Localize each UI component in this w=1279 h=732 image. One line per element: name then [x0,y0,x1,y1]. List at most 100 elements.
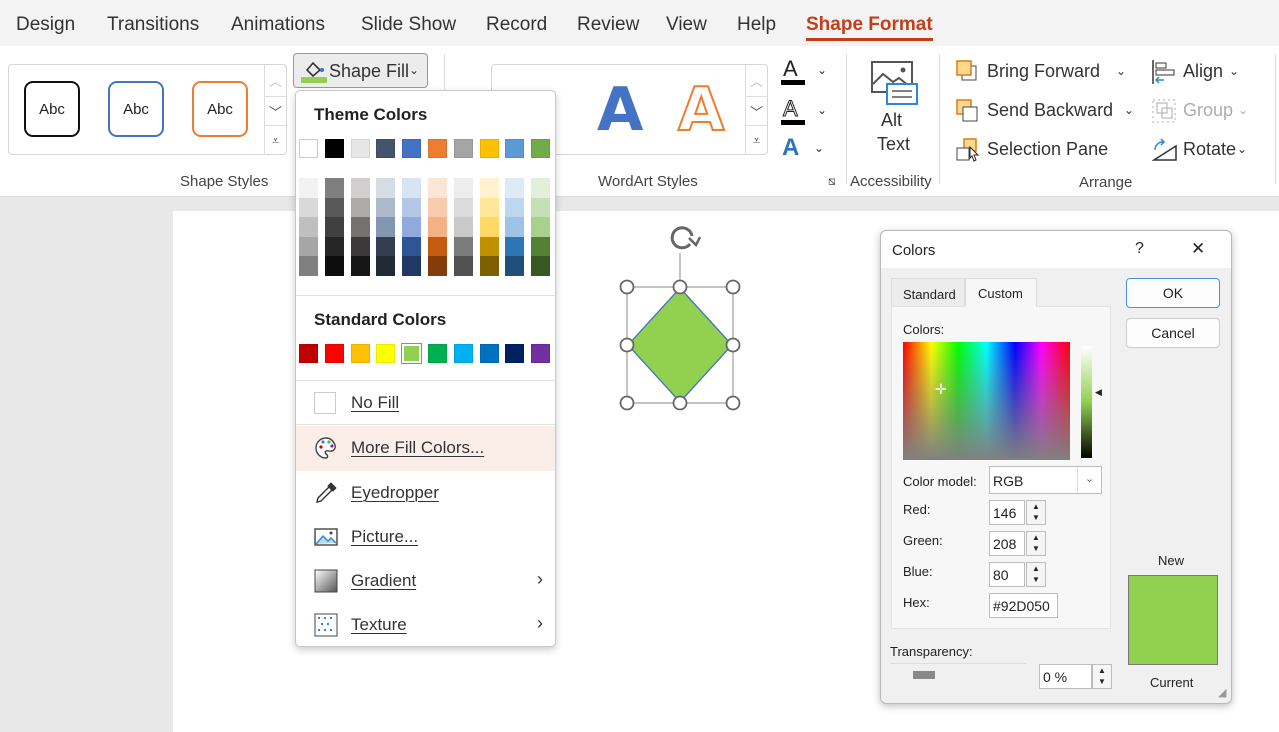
shape-style-orange[interactable]: Abc [192,81,248,137]
red-spinner[interactable]: ▲ ▼ [1026,500,1046,525]
transparency-input[interactable]: 0 % [1039,664,1092,689]
theme-color-swatch[interactable] [324,139,344,158]
menu-item-picture[interactable]: Picture... [296,515,555,559]
theme-shade-swatch[interactable] [402,256,422,276]
wordart-orange-outline[interactable]: A [677,74,725,146]
theme-shade-swatch[interactable] [324,197,344,218]
theme-shade-swatch[interactable] [324,256,344,276]
theme-shade-swatch[interactable] [453,236,473,257]
standard-color-swatch[interactable] [428,344,447,363]
selection-pane-button[interactable]: Selection Pane [956,136,1108,164]
theme-shade-swatch[interactable] [531,236,551,257]
theme-shade-swatch[interactable] [376,236,396,257]
theme-shade-swatch[interactable] [531,217,551,237]
transparency-track[interactable] [890,663,1026,664]
tab-slide-show[interactable]: Slide Show [361,14,456,36]
theme-shade-swatch[interactable] [402,197,422,218]
theme-shade-swatch[interactable] [531,178,551,198]
resize-grip-icon[interactable]: ◢ [1218,686,1226,699]
theme-color-swatch[interactable] [505,139,525,158]
shape-fill-button[interactable]: Shape Fill ⌄ [293,53,428,88]
theme-shade-swatch[interactable] [453,217,473,237]
tab-animations[interactable]: Animations [231,14,325,36]
cancel-button[interactable]: Cancel [1126,318,1220,348]
rotation-handle-icon[interactable] [670,226,702,250]
selected-shape[interactable] [610,218,750,418]
theme-shade-swatch[interactable] [479,178,499,198]
theme-color-swatch[interactable] [402,139,422,158]
theme-shade-swatch[interactable] [479,217,499,237]
hex-input[interactable]: #92D050 [989,593,1058,618]
menu-item-texture[interactable]: Texture › [296,603,555,647]
tab-transitions[interactable]: Transitions [107,14,199,36]
alt-text-button[interactable]: Alt Text [864,60,924,160]
theme-shade-swatch[interactable] [350,217,370,237]
dialog-launcher-icon[interactable]: ⧅ [828,174,836,189]
help-button[interactable]: ? [1135,240,1144,258]
group-button[interactable]: Group ⌄ [1152,97,1252,125]
tab-help[interactable]: Help [737,14,776,36]
theme-color-swatch[interactable] [479,139,499,158]
theme-color-swatch[interactable] [531,139,551,158]
wordart-blue[interactable]: A [597,75,643,145]
theme-shade-swatch[interactable] [376,217,396,237]
theme-shade-swatch[interactable] [453,178,473,198]
theme-color-swatch[interactable] [453,139,473,158]
theme-shade-swatch[interactable] [376,178,396,198]
menu-item-more-fill-colors[interactable]: More Fill Colors... [296,426,555,471]
theme-shade-swatch[interactable] [299,256,318,276]
diamond-shape[interactable] [627,287,733,403]
tab-standard[interactable]: Standard [891,278,965,306]
theme-color-swatch[interactable] [350,139,370,158]
standard-color-swatch[interactable] [479,344,499,363]
luminance-pointer-icon[interactable]: ◀ [1095,387,1102,398]
tab-custom[interactable]: Custom [965,278,1037,307]
menu-item-eyedropper[interactable]: Eyedropper [296,471,555,515]
theme-shade-swatch[interactable] [428,236,447,257]
theme-shade-swatch[interactable] [505,178,525,198]
color-spectrum-picker[interactable]: ✛ [903,342,1070,460]
standard-color-swatch[interactable] [531,344,551,363]
shape-style-blue[interactable]: Abc [108,81,164,137]
theme-shade-swatch[interactable] [299,197,318,218]
shape-style-black[interactable]: Abc [24,81,80,137]
tab-shape-format[interactable]: Shape Format [806,14,933,41]
bring-forward-button[interactable]: Bring Forward ⌄ [956,58,1136,86]
menu-item-no-fill[interactable]: No Fill [296,381,555,425]
standard-color-swatch[interactable] [324,344,344,363]
menu-item-gradient[interactable]: Gradient › [296,559,555,603]
theme-shade-swatch[interactable] [428,256,447,276]
theme-shade-swatch[interactable] [453,256,473,276]
theme-color-swatch[interactable] [428,139,447,158]
theme-shade-swatch[interactable] [479,236,499,257]
gallery-more-icon[interactable]: ⩡ [264,125,286,155]
theme-shade-swatch[interactable] [505,197,525,218]
color-model-select[interactable]: RGB ⌄ [989,466,1102,494]
green-input[interactable]: 208 [989,531,1025,556]
theme-shade-swatch[interactable] [505,256,525,276]
theme-shade-swatch[interactable] [428,217,447,237]
wordart-scroll-down-icon[interactable]: ﹀ [745,96,767,125]
theme-shade-swatch[interactable] [402,236,422,257]
text-effects-button[interactable]: A ⌄ [780,134,830,164]
theme-shade-swatch[interactable] [324,217,344,237]
theme-shade-swatch[interactable] [531,197,551,218]
theme-shade-swatch[interactable] [350,236,370,257]
theme-shade-swatch[interactable] [376,197,396,218]
theme-shade-swatch[interactable] [299,178,318,198]
wordart-more-icon[interactable]: ⩡ [745,125,767,155]
blue-spinner[interactable]: ▲ ▼ [1026,562,1046,587]
theme-shade-swatch[interactable] [350,197,370,218]
transparency-slider-thumb[interactable] [913,671,935,679]
theme-shade-swatch[interactable] [453,197,473,218]
theme-shade-swatch[interactable] [299,217,318,237]
theme-shade-swatch[interactable] [505,236,525,257]
red-input[interactable]: 146 [989,500,1025,525]
theme-shade-swatch[interactable] [479,197,499,218]
tab-record[interactable]: Record [486,14,547,36]
theme-shade-swatch[interactable] [324,178,344,198]
standard-color-swatch[interactable] [453,344,473,363]
standard-color-swatch[interactable] [299,344,318,363]
standard-color-swatch[interactable] [505,344,525,363]
theme-color-swatch[interactable] [376,139,396,158]
